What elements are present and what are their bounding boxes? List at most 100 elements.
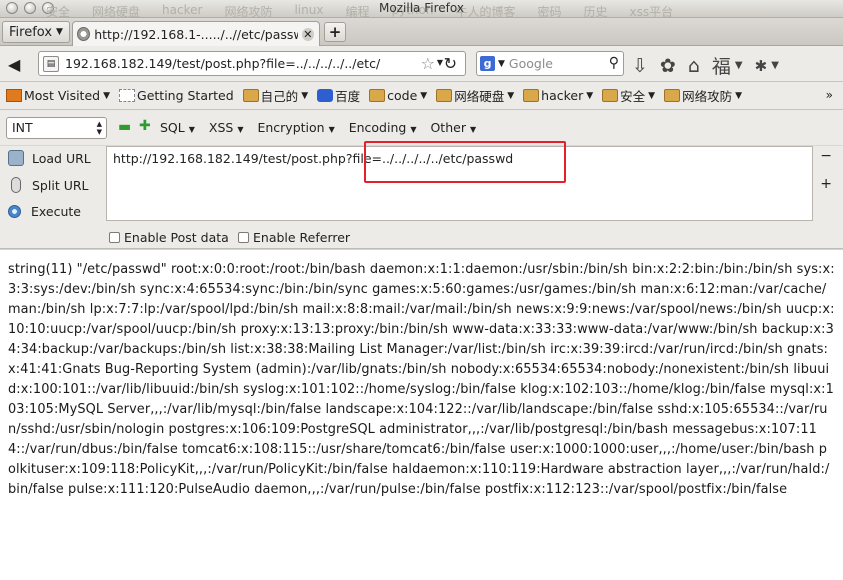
page-content: string(11) "/etc/passwd" root:x:0:0:root…: [0, 250, 843, 580]
bookmark-label: Getting Started: [137, 88, 234, 103]
getting-started-icon: [119, 89, 136, 102]
firefox-menu-button[interactable]: Firefox ▼: [2, 21, 70, 43]
shrink-icon[interactable]: −: [820, 148, 832, 164]
bookmark-label: code: [387, 88, 418, 103]
bookmark-star-icon[interactable]: ☆: [421, 54, 435, 73]
folder-icon: [664, 89, 681, 102]
menu-label: Encoding: [348, 120, 407, 135]
engine-dropdown-icon[interactable]: ▼: [498, 59, 505, 69]
firefox-menu-label: Firefox: [9, 24, 53, 40]
close-tab-icon[interactable]: ✕: [301, 27, 314, 41]
hackbar-menus: SQL ▼ XSS ▼ Encryption ▼ Encoding ▼ Othe…: [160, 120, 476, 135]
bookmark-folder-ziji[interactable]: 自己的 ▼: [242, 86, 309, 105]
bookmark-folder-netdisk[interactable]: 网络硬盘 ▼: [436, 86, 514, 105]
bookmark-label: 安全: [620, 89, 646, 104]
bookmark-folder-hacker[interactable]: hacker ▼: [523, 88, 593, 103]
split-url-icon: [11, 177, 21, 193]
chevron-down-icon: ▼: [328, 125, 335, 134]
bookmark-most-visited[interactable]: Most Visited ▼: [6, 88, 110, 103]
google-engine-icon[interactable]: g: [480, 56, 495, 71]
bookmark-getting-started[interactable]: Getting Started: [119, 88, 234, 103]
execute-button[interactable]: Execute: [8, 204, 81, 219]
menu-encryption[interactable]: Encryption ▼: [257, 120, 334, 135]
page-favicon-icon: [77, 27, 91, 41]
search-bar[interactable]: g ▼ Google ⚲: [476, 51, 624, 76]
execute-label: Execute: [31, 204, 81, 219]
bookmark-label: 百度: [335, 89, 361, 104]
load-url-button[interactable]: Load URL: [8, 150, 91, 166]
palette-icon[interactable]: ✿: [660, 55, 676, 77]
chevron-down-icon: ▼: [410, 125, 417, 134]
expand-icon[interactable]: +: [820, 176, 832, 192]
new-tab-button[interactable]: +: [324, 22, 346, 42]
url-bar[interactable]: ▤ 192.168.182.149/test/post.php?file=../…: [38, 51, 466, 76]
file-output-text: string(11) "/etc/passwd" root:x:0:0:root…: [8, 262, 835, 497]
window-titlebar: 安全 网络硬盘 hacker 网络攻防 linux 编程 python 牛人的博…: [0, 0, 843, 19]
chevron-down-icon: ▼: [237, 125, 244, 134]
fortune-addon-icon[interactable]: 福: [712, 52, 731, 79]
menu-other[interactable]: Other ▼: [430, 120, 476, 135]
search-icon[interactable]: ⚲: [609, 55, 619, 71]
bookmark-label: Most Visited: [24, 88, 101, 103]
bookmark-folder-attack-defense[interactable]: 网络攻防 ▼: [664, 86, 742, 105]
bookmarks-toolbar: Most Visited ▼ Getting Started 自己的 ▼ 百度 …: [0, 82, 843, 110]
chevron-down-icon: ▼: [735, 90, 743, 101]
site-identity-icon[interactable]: ▤: [43, 55, 59, 72]
chevron-down-icon: ▼: [469, 125, 477, 134]
chevron-down-icon: ▼: [586, 90, 594, 101]
dropdown-arrow-icon[interactable]: ▼: [437, 58, 443, 67]
chevron-down-icon: ▼: [103, 90, 111, 101]
menu-label: Other: [430, 120, 466, 135]
toolbar-icons: ⇩ ✿ ⌂ 福 ▼ ✱ ▼: [632, 52, 779, 79]
tab-active[interactable]: http://192.168.1-...../..//etc/passwd ✕: [72, 21, 320, 46]
window-title: Mozilla Firefox: [379, 1, 464, 15]
checkbox-box[interactable]: [238, 232, 249, 243]
chevron-down-icon: ▼: [507, 90, 515, 101]
more-bookmarks-icon[interactable]: »: [826, 88, 833, 102]
baidu-paw-icon: [317, 89, 334, 102]
increase-icon[interactable]: ✚: [139, 118, 151, 134]
menu-label: Encryption: [257, 120, 325, 135]
navigation-bar: ◀ ▤ 192.168.182.149/test/post.php?file=.…: [0, 46, 843, 82]
chevron-down-icon[interactable]: ▼: [771, 60, 779, 71]
bookmark-folder-security[interactable]: 安全 ▼: [602, 86, 655, 105]
chevron-down-icon: ▼: [420, 90, 428, 101]
enable-referrer-checkbox[interactable]: Enable Referrer: [238, 230, 350, 245]
chevron-down-icon: ▼: [301, 90, 309, 101]
tab-bar: Firefox ▼ http://192.168.1-...../..//etc…: [0, 18, 843, 46]
enable-post-label: Enable Post data: [124, 230, 229, 245]
menu-encoding[interactable]: Encoding ▼: [349, 120, 417, 135]
load-url-icon: [8, 150, 24, 166]
menu-label: XSS: [208, 120, 234, 135]
bookmark-label: hacker: [541, 88, 584, 103]
menu-xss[interactable]: XSS ▼: [209, 120, 244, 135]
bookmark-label: 网络硬盘: [454, 89, 505, 104]
folder-icon: [523, 89, 540, 102]
chevron-down-icon: ▼: [56, 27, 63, 37]
enable-referrer-label: Enable Referrer: [253, 230, 351, 245]
decrease-icon[interactable]: ▬: [118, 119, 131, 135]
bookmark-folder-code[interactable]: code ▼: [369, 88, 427, 103]
int-select-value: INT: [12, 120, 33, 135]
download-icon[interactable]: ⇩: [632, 55, 648, 77]
back-arrow-icon[interactable]: ◀: [8, 55, 20, 74]
load-url-label: Load URL: [32, 150, 91, 166]
split-url-button[interactable]: Split URL: [8, 177, 89, 193]
bug-addon-icon[interactable]: ✱: [755, 57, 768, 75]
int-select[interactable]: INT ▲ ▼: [6, 117, 107, 139]
home-icon[interactable]: ⌂: [688, 55, 700, 77]
reload-icon[interactable]: ↻: [444, 54, 457, 73]
menu-sql[interactable]: SQL ▼: [160, 120, 195, 135]
spinner-icon[interactable]: ▲ ▼: [97, 120, 102, 136]
enable-post-checkbox[interactable]: Enable Post data: [109, 230, 229, 245]
checkbox-box[interactable]: [109, 232, 120, 243]
most-visited-icon: [6, 89, 22, 102]
chevron-down-icon[interactable]: ▼: [735, 60, 743, 71]
folder-icon: [602, 89, 619, 102]
split-url-label: Split URL: [32, 177, 89, 193]
bookmark-baidu[interactable]: 百度: [317, 86, 360, 105]
url-text[interactable]: 192.168.182.149/test/post.php?file=../..…: [65, 56, 405, 71]
chevron-down-icon: ▼: [188, 125, 195, 134]
search-placeholder[interactable]: Google: [509, 56, 553, 71]
bookmark-label: 自己的: [260, 89, 299, 104]
